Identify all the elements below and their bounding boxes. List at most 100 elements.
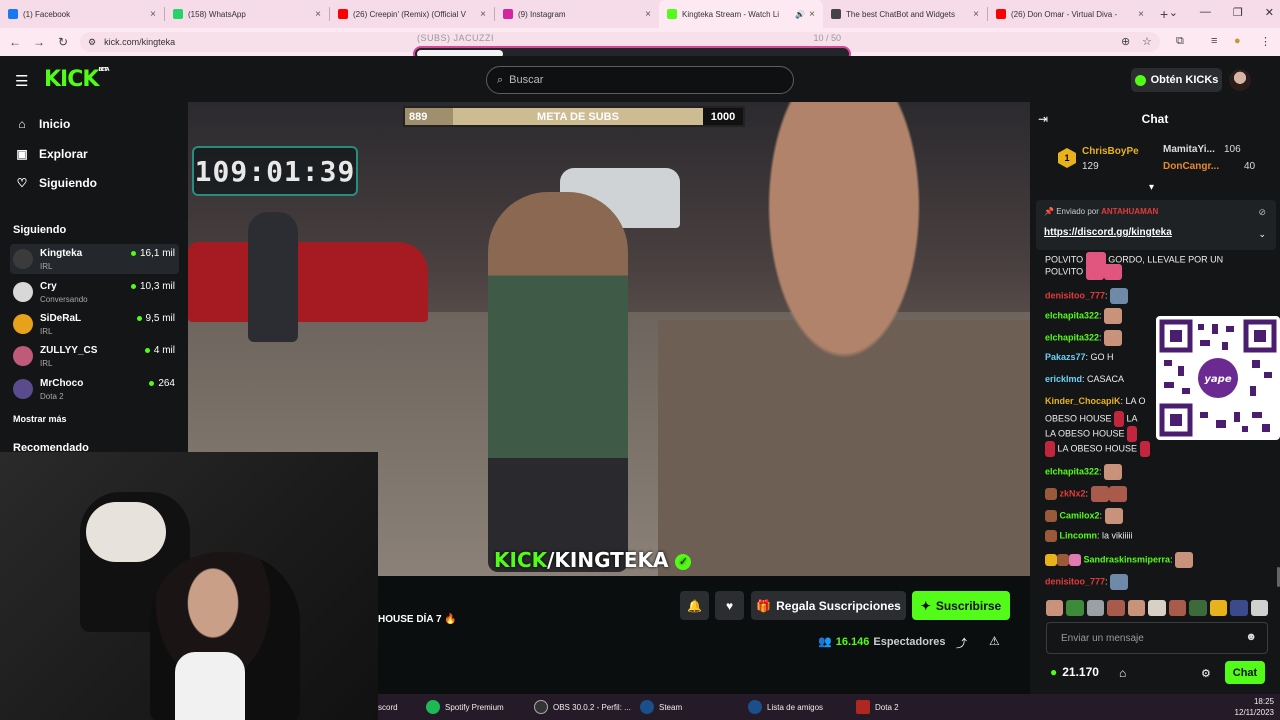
webcam-shirt <box>175 652 245 720</box>
close-tab-icon[interactable]: × <box>809 9 815 20</box>
browser-tab-active[interactable]: Kingteka Stream - Watch Li 🔊 × <box>659 0 823 28</box>
browser-tab[interactable]: The best ChatBot and Widgets × <box>823 0 987 28</box>
yape-qr-code: yape <box>1156 316 1280 440</box>
emote[interactable] <box>1168 600 1187 616</box>
chat-message: Lincomn: la vikiiiii <box>1045 530 1275 542</box>
back-button[interactable]: ← <box>3 35 27 49</box>
live-dot-icon <box>144 348 150 353</box>
profile-icon[interactable]: ● <box>1234 35 1241 47</box>
menu-dots-icon[interactable]: ⋮ <box>1260 35 1271 48</box>
bookmark-star-icon[interactable]: ☆ <box>1142 35 1152 48</box>
close-tab-icon[interactable]: × <box>315 9 321 20</box>
close-tab-icon[interactable]: × <box>480 9 486 20</box>
nav-explore[interactable]: ▣ Explorar <box>13 147 87 161</box>
badge-icon <box>1045 510 1057 522</box>
gift-subs-button[interactable]: 🎁 Regala Suscripciones <box>751 591 906 620</box>
close-tab-icon[interactable]: × <box>645 9 651 20</box>
leader-name[interactable]: MamitaYi... <box>1163 144 1215 155</box>
menu-icon[interactable]: ☰ <box>15 72 28 90</box>
extensions-icon[interactable]: ⧉ <box>1176 35 1184 48</box>
filter-icon[interactable]: ▾ <box>1149 182 1154 193</box>
emoji-icon[interactable]: ☻ <box>1245 631 1257 643</box>
taskbar-item-friends[interactable]: Lista de amigos <box>748 694 823 720</box>
settings-gear-icon[interactable]: ⚙ <box>1201 667 1211 680</box>
taskbar-item-obs[interactable]: OBS 30.0.2 - Perfil: ... <box>534 694 631 720</box>
notifications-button[interactable]: 🔔 <box>680 591 709 620</box>
steam-icon <box>640 700 654 714</box>
emote[interactable] <box>1046 600 1064 616</box>
get-kicks-button[interactable]: Obtén KICKs <box>1131 68 1222 92</box>
new-tab-button[interactable]: + <box>1160 6 1168 22</box>
maximize-button[interactable]: ❐ <box>1233 6 1243 19</box>
kicks-balance[interactable]: ● 21.170 <box>1050 665 1099 679</box>
sidebar-channel-cry[interactable]: Cry Conversando 10,3 mil <box>10 277 179 307</box>
emote[interactable] <box>1107 600 1125 616</box>
show-more-link[interactable]: Mostrar más <box>13 414 67 424</box>
leader-name[interactable]: DonCangr... <box>1163 161 1219 172</box>
crown-badge-icon <box>1045 554 1057 566</box>
chevron-down-icon[interactable]: ⌄ <box>1258 229 1266 240</box>
share-icon[interactable]: ⤴ <box>956 635 967 651</box>
nav-home[interactable]: ⌂ Inicio <box>13 117 70 131</box>
reload-button[interactable]: ↻ <box>51 35 75 49</box>
emote[interactable] <box>1189 600 1207 616</box>
close-tab-icon[interactable]: × <box>1138 9 1144 20</box>
sidebar-channel-kingteka[interactable]: Kingteka IRL 16,1 mil <box>10 244 179 274</box>
sidebar-channel-zullyy[interactable]: ZULLYY_CS IRL 4 mil <box>10 341 179 371</box>
zoom-icon[interactable]: ⊕ <box>1121 35 1130 48</box>
steam-icon <box>748 700 762 714</box>
taskbar-item-dota[interactable]: Dota 2 <box>856 694 899 720</box>
sidebar-channel-mrchoco[interactable]: MrChoco Dota 2 264 <box>10 374 179 404</box>
nav-following[interactable]: ♡ Siguiendo <box>13 176 97 190</box>
user-avatar[interactable] <box>1229 69 1251 91</box>
browser-tab[interactable]: (26) Don Omar - Virtual Diva - × <box>988 0 1152 28</box>
video-car-red <box>188 242 428 322</box>
leader-name[interactable]: ChrisBoyPe <box>1082 146 1139 157</box>
emote[interactable] <box>1066 600 1084 616</box>
leader-count: 40 <box>1244 161 1256 172</box>
browser-tab[interactable]: (26) Creepin' (Remix) (Official V × <box>330 0 494 28</box>
report-icon[interactable]: ⚠ <box>989 634 1000 648</box>
taskbar-item-discord[interactable]: scord <box>378 694 398 720</box>
subscribe-button[interactable]: ✦ Suscribirse <box>912 591 1010 620</box>
whatsapp-icon <box>173 9 183 19</box>
emote[interactable] <box>1250 600 1268 616</box>
forward-button[interactable]: → <box>27 35 51 49</box>
system-clock[interactable]: 18:25 12/11/2023 <box>1235 696 1274 718</box>
speaker-icon[interactable]: 🔊 <box>795 10 805 19</box>
pinned-link[interactable]: https://discord.gg/kingteka <box>1044 227 1172 238</box>
close-window-button[interactable]: ✕ <box>1265 6 1274 19</box>
browser-tab[interactable]: (1) Facebook × <box>0 0 164 28</box>
tab-search-icon[interactable]: ⌄ <box>1169 6 1178 19</box>
window-controls: ⌄ — ❐ ✕ <box>1169 6 1274 19</box>
taskbar-item-spotify[interactable]: Spotify Premium <box>426 694 504 720</box>
browser-tab[interactable]: (158) WhatsApp × <box>165 0 329 28</box>
emote <box>1127 426 1138 442</box>
kick-logo[interactable]: KICKBETA <box>44 67 110 92</box>
live-viewers: 264 <box>149 378 175 389</box>
chat-message-input[interactable]: Enviar un mensaje ☻ <box>1046 622 1268 654</box>
store-icon[interactable]: ⌂ <box>1119 666 1126 680</box>
emote[interactable] <box>1127 600 1146 616</box>
chat-send-button[interactable]: Chat <box>1225 661 1265 684</box>
emote[interactable] <box>1209 600 1228 616</box>
search-input[interactable]: ⌕ Buscar <box>486 66 794 94</box>
taskbar-item-steam[interactable]: Steam <box>640 694 682 720</box>
emote[interactable] <box>1148 600 1166 616</box>
media-control-icon[interactable]: ≡ <box>1211 35 1217 47</box>
hide-pin-icon[interactable]: ⊘ <box>1258 207 1266 218</box>
kicks-icon: ● <box>1050 665 1058 679</box>
emote[interactable] <box>1230 600 1248 616</box>
follow-button[interactable]: ♥ <box>715 591 744 620</box>
sparkle-icon: ✦ <box>920 598 931 613</box>
browser-tab[interactable]: (9) Instagram × <box>495 0 659 28</box>
close-tab-icon[interactable]: × <box>150 9 156 20</box>
minimize-button[interactable]: — <box>1200 6 1211 19</box>
sidebar-channel-sideral[interactable]: SiDeRaL IRL 9,5 mil <box>10 309 179 339</box>
github-icon <box>831 9 841 19</box>
live-viewers: 16,1 mil <box>130 248 175 259</box>
site-info-icon[interactable]: ⚙ <box>88 37 96 48</box>
emote[interactable] <box>1086 600 1105 616</box>
emote <box>1104 508 1123 524</box>
close-tab-icon[interactable]: × <box>973 9 979 20</box>
